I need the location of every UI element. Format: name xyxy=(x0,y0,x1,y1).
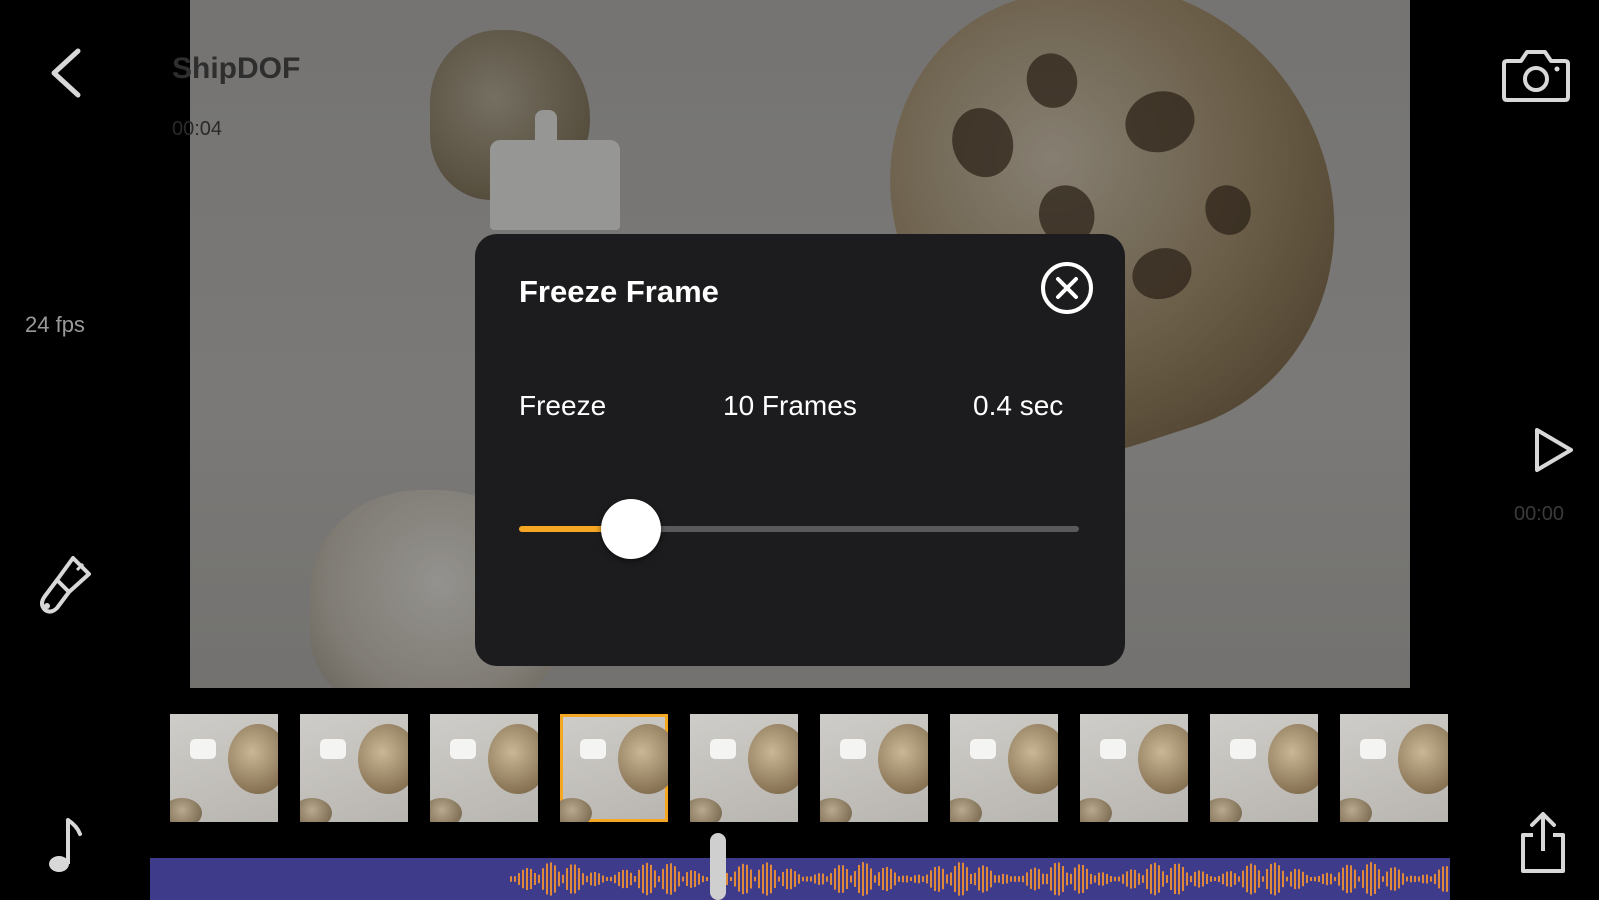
filmstrip-thumbnail[interactable] xyxy=(1340,714,1448,822)
project-title: ShipDOF xyxy=(172,52,301,85)
audio-waveform xyxy=(510,862,1448,896)
filmstrip-thumbnail[interactable] xyxy=(170,714,278,822)
share-button[interactable] xyxy=(1515,810,1570,875)
music-button[interactable] xyxy=(45,815,85,875)
close-circle-icon xyxy=(1041,262,1093,314)
fps-label: 24 fps xyxy=(25,312,85,337)
back-button[interactable] xyxy=(40,45,90,100)
camera-icon xyxy=(1502,50,1570,102)
freeze-frame-dialog: Freeze Frame Freeze 10 Frames 0.4 sec xyxy=(475,234,1125,666)
project-duration: 00:04 xyxy=(172,118,223,140)
close-button[interactable] xyxy=(1039,260,1095,316)
effects-button[interactable] xyxy=(35,550,95,620)
filmstrip-thumbnail[interactable] xyxy=(820,714,928,822)
chevron-left-icon xyxy=(51,48,81,97)
seconds-value: 0.4 sec xyxy=(973,390,1064,421)
dialog-title: Freeze Frame xyxy=(519,274,719,309)
play-button[interactable] xyxy=(1528,425,1578,475)
filmstrip-thumbnail[interactable] xyxy=(430,714,538,822)
freeze-label: Freeze xyxy=(519,390,607,421)
filmstrip-thumbnail[interactable] xyxy=(1210,714,1318,822)
slider-thumb[interactable] xyxy=(601,499,661,559)
filmstrip[interactable] xyxy=(170,714,1450,824)
brush-icon xyxy=(40,556,91,614)
playhead-handle[interactable] xyxy=(710,833,726,900)
filmstrip-thumbnail[interactable] xyxy=(690,714,798,822)
snapshot-button[interactable] xyxy=(1500,45,1572,105)
frames-value: 10 Frames xyxy=(723,390,857,421)
audio-track[interactable] xyxy=(150,858,1450,900)
filmstrip-thumbnail[interactable] xyxy=(950,714,1058,822)
freeze-duration-slider[interactable] xyxy=(519,499,1079,559)
filmstrip-thumbnail[interactable] xyxy=(1080,714,1188,822)
share-icon xyxy=(1520,811,1565,873)
filmstrip-thumbnail[interactable] xyxy=(300,714,408,822)
music-note-icon xyxy=(49,818,82,872)
filmstrip-thumbnail[interactable] xyxy=(560,714,668,822)
playback-time: 00:00 xyxy=(1514,503,1565,525)
play-icon xyxy=(1535,428,1573,472)
